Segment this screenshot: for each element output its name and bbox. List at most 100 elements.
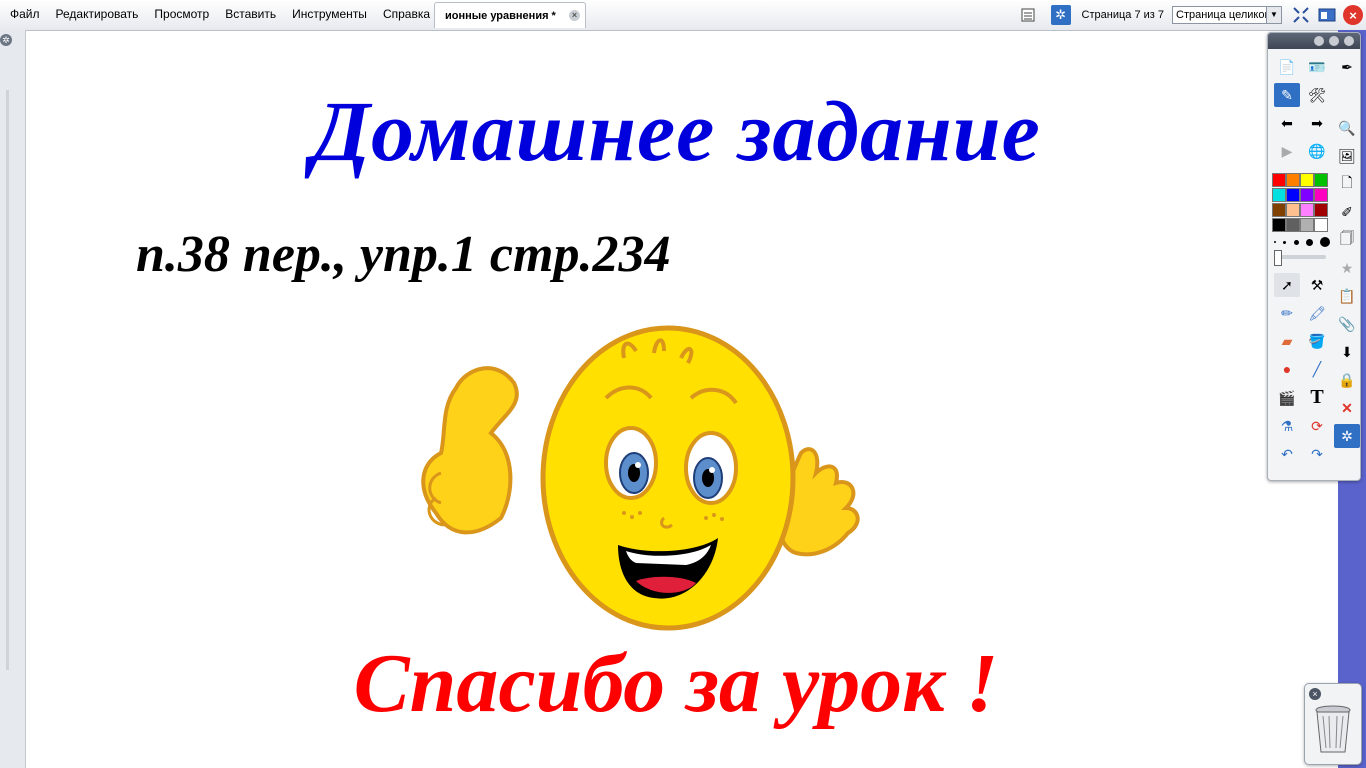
smiley-image [421, 325, 860, 631]
floating-toolbar: 📄 🪪 ✎ 🛠 ⬅ ➡ ▶ 🌐 ➚ ⚒ ✏ 🖍 ▰ 🪣 ● ╱ 🎬 T ⚗ ⟳ … [1267, 32, 1361, 481]
window-mode-icon[interactable] [1317, 5, 1337, 25]
color-swatch[interactable] [1272, 218, 1286, 232]
trash-icon [1315, 705, 1351, 753]
color-swatch[interactable] [1300, 218, 1314, 232]
pen-size-selector [1274, 237, 1330, 247]
top-right-controls: ✲ Страница 7 из 7 Страница целиком ▼ × [1015, 3, 1366, 27]
color-swatch[interactable] [1272, 203, 1286, 217]
trash-bin[interactable]: × [1304, 683, 1362, 765]
color-swatch[interactable] [1286, 173, 1300, 187]
document-tab[interactable]: ионные уравнения * × [434, 2, 586, 28]
menu-bar: Файл Редактировать Просмотр Вставить Инс… [0, 0, 438, 28]
paste-icon[interactable]: 📋 [1334, 284, 1360, 308]
pin-icon[interactable]: ✲ [0, 34, 12, 46]
pen-size-3[interactable] [1293, 239, 1299, 245]
pen-size-5[interactable] [1320, 237, 1330, 247]
homework-text: п.38 пер., упр.1 стр.234 [136, 226, 671, 283]
tool-grid: 📄 🪪 ✎ 🛠 ⬅ ➡ ▶ 🌐 [1272, 53, 1332, 165]
shape-icon[interactable]: ● [1274, 357, 1300, 381]
side-tools: ✒ 🔍 🖼 🗋 ✐ 🗍 ★ 📋 📎 ⬇ 🔒 ✕ ✲ [1332, 53, 1360, 450]
eraser-icon[interactable]: ▰ [1274, 329, 1300, 353]
close-icon[interactable]: × [1343, 5, 1363, 25]
thanks-text: Спасибо за урок ! [353, 637, 999, 730]
highlighter-icon[interactable]: 🖍 [1304, 301, 1330, 325]
clip-icon[interactable]: 🎬 [1274, 387, 1300, 411]
dock-icon[interactable] [1314, 36, 1324, 46]
handwriting-icon[interactable]: ✎ [1274, 83, 1300, 107]
whiteboard-canvas[interactable]: Домашнее задание п.38 пер., упр.1 стр.23… [26, 31, 1338, 768]
snowflake-icon[interactable]: ✲ [1334, 424, 1360, 448]
snowflake-icon[interactable]: ✲ [1050, 5, 1071, 25]
fullscreen-icon[interactable] [1291, 5, 1311, 25]
redo-icon[interactable]: ↷ [1304, 443, 1330, 467]
color-swatch[interactable] [1314, 203, 1328, 217]
undo-icon[interactable]: ↶ [1274, 443, 1300, 467]
magnifier-icon[interactable]: 🔍 [1334, 116, 1360, 140]
color-swatch[interactable] [1286, 188, 1300, 202]
tools-icon[interactable]: 🛠 [1304, 83, 1330, 107]
screenshot-icon[interactable]: 🖼 [1334, 144, 1360, 168]
pen-size-4[interactable] [1305, 238, 1313, 246]
browser-icon[interactable]: 🌐 [1304, 139, 1330, 163]
next-page-icon[interactable]: ➡ [1304, 111, 1330, 135]
menu-insert[interactable]: Вставить [217, 0, 284, 28]
menu-view[interactable]: Просмотр [146, 0, 217, 28]
collapse-icon[interactable] [1329, 36, 1339, 46]
edit-page-icon[interactable]: ✐ [1334, 200, 1360, 224]
pen-size-2[interactable] [1283, 240, 1287, 244]
close-toolbar-icon[interactable] [1344, 36, 1354, 46]
color-swatch[interactable] [1300, 188, 1314, 202]
document-tab-title: ионные уравнения * [445, 9, 556, 22]
sidebar-scrollbar[interactable] [6, 90, 9, 670]
page-icon[interactable]: 📄 [1274, 55, 1300, 79]
close-trash-icon[interactable]: × [1309, 688, 1321, 700]
opacity-slider[interactable] [1274, 250, 1326, 266]
spray-icon[interactable]: ⚗ [1274, 415, 1300, 439]
menu-edit[interactable]: Редактировать [48, 0, 147, 28]
text-icon[interactable]: T [1304, 386, 1330, 410]
clipboard-icon[interactable]: 📎 [1334, 312, 1360, 336]
id-card-icon[interactable]: 🪪 [1304, 55, 1330, 79]
color-swatch[interactable] [1300, 203, 1314, 217]
delete-icon[interactable]: ✕ [1334, 396, 1360, 420]
color-swatch[interactable] [1286, 218, 1300, 232]
prev-page-icon[interactable]: ⬅ [1274, 111, 1300, 135]
tab-close-icon[interactable]: × [569, 10, 580, 21]
color-swatch[interactable] [1286, 203, 1300, 217]
zoom-value: Страница целиком [1176, 9, 1273, 21]
tools-settings-icon[interactable]: ⚒ [1304, 273, 1330, 297]
color-swatch[interactable] [1272, 173, 1286, 187]
pen-icon[interactable]: ✏ [1274, 301, 1300, 325]
color-swatch[interactable] [1314, 173, 1328, 187]
page-indicator: Страница 7 из 7 [1081, 9, 1164, 21]
chevron-down-icon[interactable]: ▼ [1266, 7, 1281, 23]
zoom-select[interactable]: Страница целиком ▼ [1172, 6, 1282, 24]
menu-help[interactable]: Справка [375, 0, 438, 28]
select-arrow-icon[interactable]: ➚ [1274, 273, 1300, 297]
play-icon[interactable]: ▶ [1274, 139, 1300, 163]
download-icon[interactable]: ⬇ [1334, 340, 1360, 364]
color-swatch[interactable] [1272, 188, 1286, 202]
title-bar: Файл Редактировать Просмотр Вставить Инс… [0, 0, 1366, 31]
slider-knob[interactable] [1274, 250, 1282, 266]
color-swatch[interactable] [1314, 218, 1328, 232]
color-swatch[interactable] [1300, 173, 1314, 187]
menu-tools[interactable]: Инструменты [284, 0, 375, 28]
drawing-tools: ➚ ⚒ ✏ 🖍 ▰ 🪣 ● ╱ 🎬 T ⚗ ⟳ ↶ ↷ [1272, 271, 1332, 469]
slide-title: Домашнее задание [311, 83, 1041, 179]
copy-page-icon[interactable]: 🗍 [1334, 228, 1360, 252]
signature-icon[interactable]: ✒ [1334, 55, 1360, 79]
menu-file[interactable]: Файл [0, 0, 48, 28]
blank-page-icon[interactable]: 🗋 [1334, 172, 1360, 196]
left-sidebar-strip: ✲ [0, 30, 26, 768]
color-swatch[interactable] [1314, 188, 1328, 202]
line-icon[interactable]: ╱ [1304, 358, 1330, 382]
star-icon[interactable]: ★ [1334, 256, 1360, 280]
pen-size-1[interactable] [1274, 241, 1276, 243]
refresh-icon[interactable]: ⟳ [1304, 415, 1330, 439]
floating-toolbar-header[interactable] [1268, 33, 1360, 49]
fill-bucket-icon[interactable]: 🪣 [1304, 329, 1330, 353]
page-sorter-icon[interactable] [1018, 5, 1038, 25]
lock-icon[interactable]: 🔒 [1334, 368, 1360, 392]
